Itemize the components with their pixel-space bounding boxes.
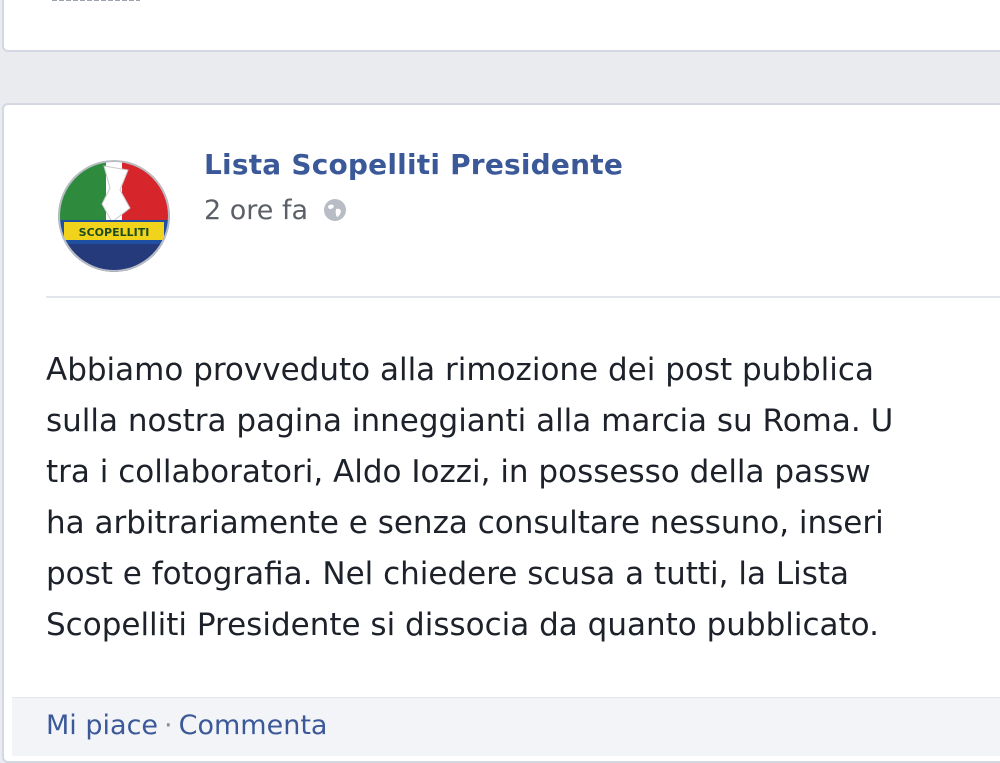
post-body-line: ha arbitrariamente e senza consultare ne… [46,505,884,541]
post-body-line: Scopelliti Presidente si dissocia da qua… [46,607,879,643]
page-avatar[interactable]: SCOPELLITI [58,160,170,272]
action-separator: · [164,710,173,741]
post-body-line: tra i collaboratori, Aldo Iozzi, in poss… [46,454,871,490]
header-divider [46,296,1000,298]
post-actions-bar: Mi piace · Commenta [12,697,1000,756]
page-name-link[interactable]: Lista Scopelliti Presidente [204,148,623,181]
post-meta: 2 ore fa [204,192,348,228]
globe-icon[interactable] [322,197,348,223]
post-timestamp[interactable]: 2 ore fa [204,195,308,226]
post-body: Abbiamo provveduto alla rimozione dei po… [46,345,1000,651]
comment-link[interactable]: Commenta [179,710,328,741]
previous-post-card [2,0,1000,52]
avatar-logo: SCOPELLITI [58,160,170,272]
previous-post-snippet [52,0,140,1]
avatar-text: SCOPELLITI [79,226,150,239]
post-body-line: post e fotografia. Nel chiedere scusa a … [46,556,850,592]
post-actions: Mi piace · Commenta [46,710,327,741]
post-body-line: sulla nostra pagina inneggianti alla mar… [46,403,894,439]
like-link[interactable]: Mi piace [46,710,158,741]
post-body-line: Abbiamo provveduto alla rimozione dei po… [46,352,874,388]
